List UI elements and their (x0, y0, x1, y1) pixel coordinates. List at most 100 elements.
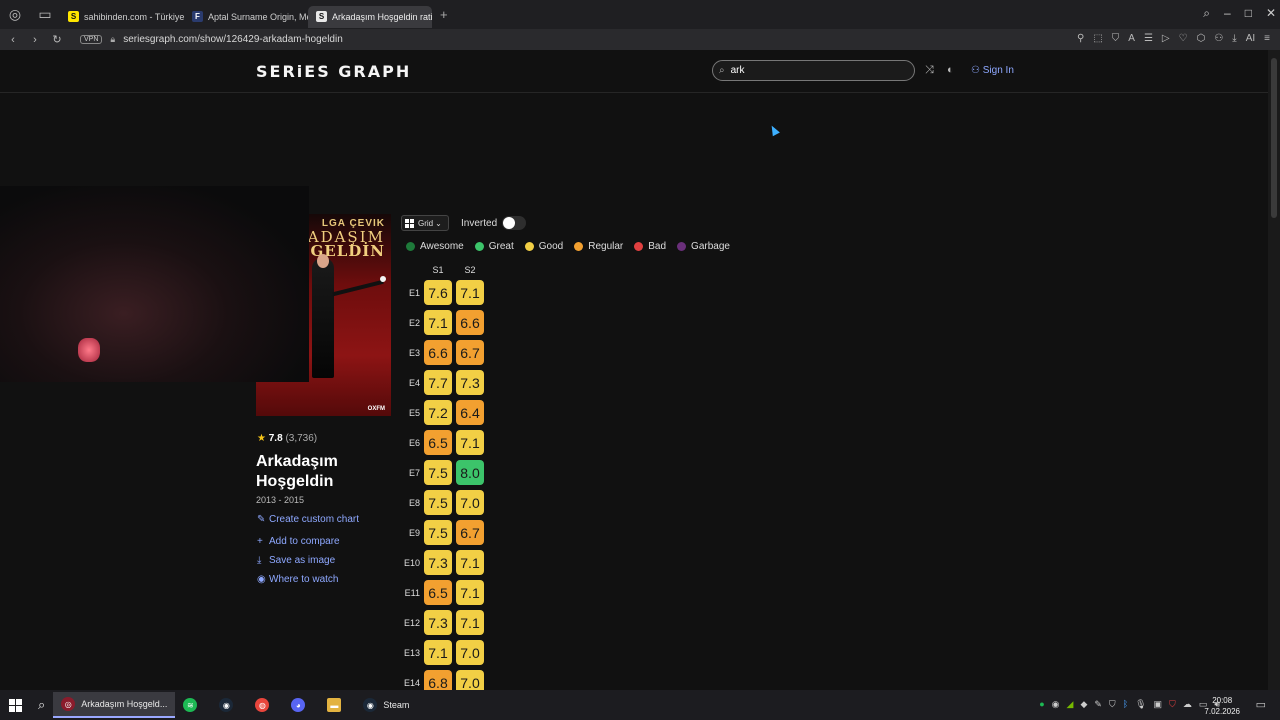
reload-icon[interactable]: ↻ (48, 33, 66, 46)
add-to-compare-link[interactable]: + Add to compare (257, 536, 340, 547)
profile-icon[interactable]: ⚇ (1214, 33, 1223, 44)
sign-in-link[interactable]: ⚇ Sign In (971, 65, 1014, 76)
rating-cell[interactable]: 6.7 (456, 340, 484, 365)
taskbar-discord[interactable]: ◕ (283, 692, 319, 718)
lock-icon[interactable]: 🔒︎ (110, 34, 115, 45)
rating-cell[interactable]: 7.5 (424, 520, 452, 545)
browser-tab[interactable]: F Aptal Surname Origin, Mea (184, 6, 308, 28)
rating-cell[interactable]: 6.5 (424, 580, 452, 605)
tray-mic-icon[interactable]: 🎙︎ (1135, 699, 1146, 710)
rating-cell[interactable]: 7.3 (424, 610, 452, 635)
rating-cell[interactable]: 6.7 (456, 520, 484, 545)
taskbar-steam-window[interactable]: ◉ Steam (355, 692, 417, 718)
forward-icon[interactable]: › (26, 34, 44, 46)
tray-shield-icon[interactable]: ⛉ (1169, 699, 1176, 710)
episode-label: E9 (408, 528, 420, 538)
taskbar-explorer[interactable]: ▬ (319, 692, 355, 718)
show-title: Arkadaşım Hoşgeldin (256, 453, 338, 490)
tray-steam-icon[interactable]: ◉ (1052, 699, 1060, 710)
browser-menu-icon[interactable]: ◎ (0, 0, 30, 29)
taskbar-browser-window[interactable]: ◎ Arkadaşım Hoşgeld... (53, 692, 176, 718)
tab-overview-icon[interactable]: ▭ (30, 0, 60, 29)
url-field[interactable]: seriesgraph.com/show/126429-arkadam-hoge… (123, 34, 343, 45)
rating-cell[interactable]: 7.3 (456, 370, 484, 395)
minimize-icon[interactable]: – (1224, 6, 1231, 21)
rating-cell[interactable]: 7.1 (424, 640, 452, 665)
legend-item: Regular (574, 241, 623, 252)
translate-icon[interactable]: A (1128, 33, 1135, 44)
shuffle-icon[interactable]: ⤨ (925, 64, 934, 77)
rating-cell[interactable]: 7.5 (424, 490, 452, 515)
action-label: Add to compare (269, 536, 340, 547)
taskbar-chrome[interactable]: ◍ (247, 692, 283, 718)
rating-cell[interactable]: 7.1 (456, 280, 484, 305)
theme-toggle-icon[interactable]: ◐ (947, 64, 954, 76)
inverted-toggle[interactable] (502, 216, 526, 230)
tray-display-icon[interactable]: ▣ (1154, 699, 1163, 710)
ai-button[interactable]: AI (1246, 33, 1255, 44)
rating-cell[interactable]: 7.3 (424, 550, 452, 575)
notification-icon[interactable]: ▭ (1256, 698, 1266, 711)
rating-cell[interactable]: 6.6 (424, 340, 452, 365)
close-icon[interactable]: ✕ (1266, 6, 1276, 21)
create-custom-chart-link[interactable]: ✎ Create custom chart (257, 514, 359, 525)
legend-label: Good (538, 241, 564, 252)
view-mode-label: Grid (418, 218, 434, 228)
rating-cell[interactable]: 6.5 (424, 430, 452, 455)
rating-cell[interactable]: 8.0 (456, 460, 484, 485)
rating-cell[interactable]: 6.4 (456, 400, 484, 425)
search-input[interactable] (730, 65, 891, 76)
tray-pen-icon[interactable]: ✎ (1094, 699, 1102, 710)
maximize-icon[interactable]: □ (1245, 6, 1252, 21)
view-mode-select[interactable]: Grid ⌄ (401, 215, 449, 231)
rating-cell[interactable]: 7.0 (456, 490, 484, 515)
taskbar-steam-pin[interactable]: ◉ (211, 692, 247, 718)
site-logo[interactable]: SERiES GRAPH (256, 62, 411, 81)
browser-tab[interactable]: S Arkadaşım Hoşgeldin ratin (308, 5, 432, 28)
tray-app-icon[interactable]: ◆ (1080, 699, 1087, 710)
page-scrollbar[interactable] (1268, 50, 1280, 690)
pencil-icon: ✎ (257, 514, 266, 525)
rating-cell[interactable]: 7.1 (424, 310, 452, 335)
rating-cell[interactable]: 7.2 (424, 400, 452, 425)
rating-cell[interactable]: 7.1 (456, 430, 484, 455)
legend-item: Garbage (677, 241, 730, 252)
tray-nvidia-icon[interactable]: ◢ (1067, 699, 1074, 710)
screenshot-icon[interactable]: ⬚ (1093, 33, 1102, 44)
menu-icon[interactable]: ≡ (1264, 33, 1270, 44)
downloads-icon[interactable]: ⤓ (1232, 33, 1236, 44)
rating-cell[interactable]: 7.1 (456, 610, 484, 635)
rating-cell[interactable]: 7.6 (424, 280, 452, 305)
vpn-badge[interactable]: VPN (80, 35, 103, 44)
start-button[interactable] (0, 690, 30, 720)
back-icon[interactable]: ‹ (4, 34, 22, 46)
rating-cell[interactable]: 7.7 (424, 370, 452, 395)
new-tab-button[interactable]: + (440, 7, 448, 22)
extensions-icon[interactable]: ⬡ (1197, 33, 1206, 44)
rating-cell[interactable]: 6.6 (456, 310, 484, 335)
tray-cloud-icon[interactable]: ☁ (1183, 699, 1192, 710)
where-to-watch-link[interactable]: ◉ Where to watch (257, 574, 338, 585)
heart-icon[interactable]: ♡ (1179, 33, 1188, 44)
rating-cell[interactable]: 7.1 (456, 580, 484, 605)
taskbar-clock[interactable]: 20:08 7.02.2026 (1204, 695, 1240, 717)
browser-tab[interactable]: Ssahibinden.com - Türkiye'n (60, 6, 184, 28)
plus-icon: + (257, 536, 263, 547)
taskbar-spotify[interactable]: ≋ (175, 692, 211, 718)
reader-icon[interactable]: ☰ (1144, 33, 1153, 44)
play-icon[interactable]: ▷ (1162, 33, 1170, 44)
search-box[interactable]: ⌕ (712, 60, 915, 81)
rating-cell[interactable]: 7.5 (424, 460, 452, 485)
scrollbar-thumb[interactable] (1271, 58, 1277, 218)
legend-dot (677, 242, 687, 251)
browser-search-icon[interactable]: ⌕ (1203, 6, 1210, 21)
tray-spotify-icon[interactable]: ● (1039, 699, 1044, 710)
save-as-image-link[interactable]: ⤓ Save as image (257, 555, 335, 566)
taskbar-search-icon[interactable]: ⌕ (30, 692, 53, 718)
rating-cell[interactable]: 7.0 (456, 640, 484, 665)
tray-vpn-icon[interactable]: ⛉ (1109, 699, 1116, 710)
tray-bluetooth-icon[interactable]: ᛒ (1123, 699, 1128, 710)
shield-icon[interactable]: ⛉ (1112, 33, 1120, 44)
rating-cell[interactable]: 7.1 (456, 550, 484, 575)
pin-icon[interactable]: ⚲ (1077, 33, 1084, 44)
